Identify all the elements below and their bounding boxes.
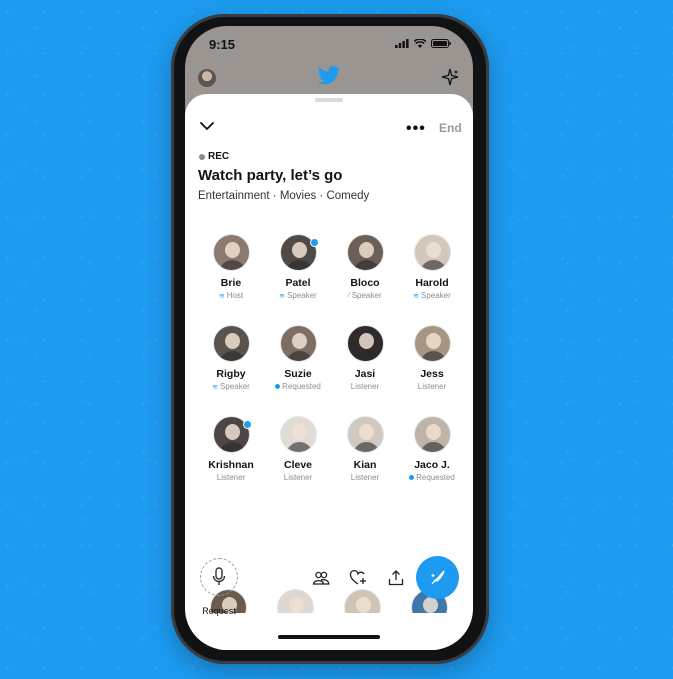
share-icon[interactable] [387, 569, 405, 587]
participant-role-label: Speaker [421, 291, 451, 300]
avatar [346, 416, 384, 453]
participant-name: Jess [420, 368, 444, 380]
participant[interactable]: Kian Listener [332, 416, 398, 482]
participant[interactable]: Jasi Listener [332, 325, 398, 391]
participant-role-label: Listener [350, 382, 380, 391]
participant-name: Jaco J. [414, 459, 450, 471]
microphone-icon [212, 567, 226, 585]
participant-role: Listener [399, 382, 465, 391]
participant-role: Listener [198, 473, 264, 482]
profile-avatar[interactable] [198, 69, 216, 87]
participant-name: Suzie [284, 368, 312, 380]
participant[interactable]: Patel ≋ Speaker [265, 234, 331, 300]
request-dot-icon [275, 384, 281, 389]
home-indicator [278, 635, 380, 639]
twitter-bird-icon [317, 66, 340, 85]
participant[interactable]: Harold ≋ Speaker [399, 234, 465, 300]
speaking-indicator-icon [243, 420, 252, 429]
participant-role-label: Requested [416, 473, 455, 482]
participant-role: ≋ Host [198, 291, 264, 300]
avatar [212, 325, 250, 362]
participant[interactable]: Rigby ≋ Speaker [198, 325, 264, 391]
participant-name: Kian [353, 459, 377, 471]
participant-role: ⁄ Speaker [332, 291, 398, 300]
participant-role: Listener [332, 473, 398, 482]
participant-role: ≋ Speaker [399, 291, 465, 300]
end-button[interactable]: End [439, 121, 462, 135]
participant-role-label: Listener [283, 473, 313, 482]
sound-wave-icon: ≋ [212, 383, 219, 391]
avatar [346, 325, 384, 362]
participant-role-label: Listener [350, 473, 380, 482]
people-icon[interactable] [312, 569, 330, 587]
sound-wave-icon: ≋ [218, 292, 225, 300]
sound-wave-icon: ≋ [279, 292, 286, 300]
mic-off-icon: ⁄ [348, 292, 350, 299]
recording-badge: REC [199, 151, 229, 162]
space-topics: Entertainment · Movies · Comedy [198, 190, 370, 202]
avatar [279, 325, 317, 362]
avatar [212, 234, 250, 271]
participant-role-label: Requested [282, 382, 321, 391]
participant-name: Krishnan [208, 459, 254, 471]
participant-role: Listener [332, 382, 398, 391]
space-title: Watch party, let’s go [198, 167, 343, 184]
avatar [279, 416, 317, 453]
participant-role-label: Speaker [287, 291, 317, 300]
participant-name: Jasi [354, 368, 376, 380]
sparkle-icon[interactable] [441, 68, 459, 86]
participant-name: Cleve [283, 459, 313, 471]
request-mic-button[interactable] [200, 558, 238, 596]
participant-role-label: Listener [216, 473, 246, 482]
participant-role: Listener [265, 473, 331, 482]
bottom-bar [185, 613, 473, 650]
avatar [413, 416, 451, 453]
record-dot-icon [199, 153, 205, 160]
participant[interactable]: Suzie Requested [265, 325, 331, 391]
heart-plus-icon[interactable] [349, 569, 367, 587]
request-label: Request [202, 606, 236, 616]
participant[interactable]: Jaco J. Requested [399, 416, 465, 482]
phone-screen: 9:15 ••• End REC Watch party, let’s go E… [185, 26, 473, 650]
avatar[interactable] [344, 589, 381, 613]
compose-tweet-icon [431, 569, 445, 584]
avatar[interactable] [277, 589, 314, 613]
participant-role: ≋ Speaker [265, 291, 331, 300]
chevron-down-icon[interactable] [199, 121, 215, 131]
participant-role-label: Host [226, 291, 244, 300]
participant-role-label: Speaker [220, 382, 250, 391]
participant-name: Brie [220, 277, 242, 289]
participant-role: ≋ Speaker [198, 382, 264, 391]
avatar [413, 234, 451, 271]
speaking-indicator-icon [310, 238, 319, 247]
participant-name: Bloco [350, 277, 380, 289]
sheet-grabber[interactable] [315, 98, 343, 102]
recording-label: REC [208, 151, 230, 162]
signal-icon [395, 39, 409, 48]
status-time: 9:15 [209, 37, 236, 52]
participant[interactable]: Bloco ⁄ Speaker [332, 234, 398, 300]
sound-wave-icon: ≋ [413, 292, 420, 300]
status-bar: 9:15 [185, 26, 473, 62]
status-icons [395, 39, 451, 48]
participant-role: Requested [399, 473, 465, 482]
participant-role-label: Speaker [351, 291, 382, 300]
request-dot-icon [409, 475, 415, 480]
participant[interactable]: Jess Listener [399, 325, 465, 391]
avatar [413, 325, 451, 362]
wifi-icon [414, 39, 426, 48]
participant-name: Patel [285, 277, 311, 289]
participant-role-label: Listener [417, 382, 447, 391]
participant-name: Rigby [216, 368, 246, 380]
compose-tweet-button[interactable] [416, 556, 459, 599]
battery-icon [431, 39, 451, 48]
participant[interactable]: Brie ≋ Host [198, 234, 264, 300]
avatar [346, 234, 384, 271]
participant-role: Requested [265, 382, 331, 391]
participant-name: Harold [415, 277, 449, 289]
participant[interactable]: Cleve Listener [265, 416, 331, 482]
participant[interactable]: Krishnan Listener [198, 416, 264, 482]
more-options-button[interactable]: ••• [406, 121, 426, 137]
